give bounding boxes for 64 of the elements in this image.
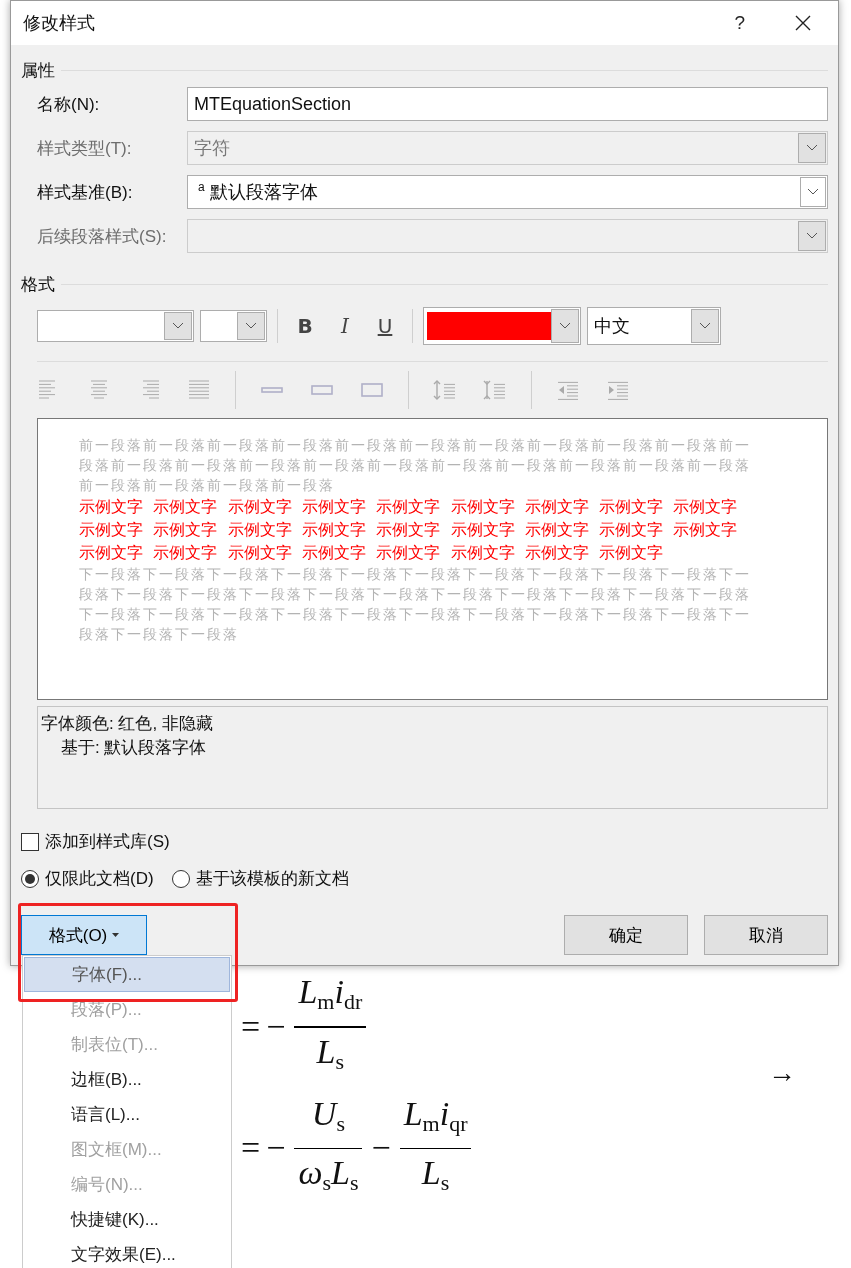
decrease-spacing-icon[interactable] bbox=[483, 379, 507, 401]
language-dropdown[interactable]: 中文 bbox=[587, 307, 721, 345]
chevron-down-icon bbox=[806, 144, 818, 152]
decrease-indent-icon[interactable] bbox=[556, 379, 580, 401]
denominator: L$_{s}$ bbox=[315, 1031, 346, 1076]
increase-spacing-icon[interactable] bbox=[433, 379, 457, 401]
underline-button[interactable]: U bbox=[368, 314, 402, 338]
justify-icon[interactable] bbox=[187, 379, 211, 401]
increase-indent-icon[interactable] bbox=[606, 379, 630, 401]
arrow-symbol: → bbox=[768, 1056, 796, 1089]
font-color-dropdown[interactable] bbox=[423, 307, 581, 345]
field-label: 样式类型(T): bbox=[37, 137, 133, 160]
style-dropdown[interactable]: a 默认段落字体 bbox=[187, 175, 828, 209]
checkbox[interactable] bbox=[21, 832, 39, 851]
radio-label: 基于该模板的新文档 bbox=[195, 868, 349, 890]
chevron-down-icon bbox=[699, 322, 711, 330]
sample-text: 示例文字 示例文字 示例文字 示例文字 示例文字 示例文字 示例文字 示例文字 示例文字 bbox=[79, 520, 739, 540]
minus-sign: − bbox=[266, 1129, 286, 1168]
italic-button[interactable]: I bbox=[328, 314, 362, 338]
menu-item[interactable]: 快捷键(K)... bbox=[24, 1202, 230, 1237]
field-label: 名称(N): bbox=[37, 93, 101, 116]
size-dropdown[interactable] bbox=[200, 310, 267, 342]
radio-label: 仅限此文档(D) bbox=[45, 868, 154, 890]
equals-sign: = bbox=[241, 1129, 261, 1168]
preceding-paragraph-text: 前一段落前一段落前一段落前一段落前一段落前一段落前一段落前一段落前一段落前一段落前一段落前一段落前一段落前一段落前一段落前一段落前一段落前一段落前一段落前一段落前一段落前一段落前一段落前一段落前一段落 bbox=[79, 436, 752, 495]
name-field[interactable]: MTEquationSection bbox=[187, 87, 828, 121]
bold-button[interactable]: B bbox=[288, 314, 322, 338]
following-paragraph-text: 下一段落下一段落下一段落下一段落下一段落下一段落下一段落下一段落下一段落下一段落下一段落下一段落下一段落下一段落下一段落下一段落下一段落下一段落下一段落下一段落下一段落下一段落下一段落下一段落下一段落下一段落下一段落下一段落下一段落下一段落下一段落下一段落下一段落下一段落 bbox=[79, 565, 752, 644]
description-text: 字体颜色: 红色, 非隐藏 bbox=[41, 713, 214, 735]
denominator: ω$_{s}$L$_{s}$ bbox=[297, 1153, 360, 1197]
equals-sign: = bbox=[241, 1007, 261, 1046]
font-dropdown[interactable] bbox=[37, 310, 194, 342]
sample-text: 示例文字 示例文字 示例文字 示例文字 示例文字 示例文字 示例文字 示例文字 示例文字 bbox=[79, 497, 739, 517]
chevron-down-icon bbox=[245, 322, 257, 330]
format-button[interactable]: 格式(O) bbox=[21, 915, 147, 955]
radio-button[interactable] bbox=[21, 869, 39, 888]
radio-button[interactable] bbox=[171, 869, 190, 888]
menu-item[interactable]: 字体(F)... bbox=[24, 957, 230, 992]
numerator: U$_{s}$ bbox=[310, 1093, 346, 1138]
sample-text: 示例文字 示例文字 示例文字 示例文字 示例文字 示例文字 示例文字 示例文字 bbox=[79, 543, 665, 563]
menu-item[interactable]: 边框(B)... bbox=[24, 1062, 230, 1097]
caret-icon bbox=[112, 933, 120, 937]
description-text: 基于: 默认段落字体 bbox=[60, 737, 208, 759]
chevron-down-icon bbox=[806, 232, 818, 240]
close-icon[interactable] bbox=[795, 15, 811, 31]
chevron-down-icon bbox=[807, 188, 819, 196]
minus-sign: − bbox=[371, 1129, 391, 1168]
denominator: L$_{s}$ bbox=[420, 1153, 451, 1197]
field-label: 后续段落样式(S): bbox=[37, 225, 168, 248]
checkbox-label: 添加到样式库(S) bbox=[45, 831, 170, 853]
window-title: 修改样式 bbox=[23, 12, 96, 35]
section-heading: 属性 bbox=[21, 59, 55, 82]
ok-button[interactable]: 确定 bbox=[564, 915, 688, 955]
menu-item[interactable]: 文字效果(E)... bbox=[24, 1237, 230, 1268]
menu-item[interactable]: 语言(L)... bbox=[24, 1097, 230, 1132]
field-label: 样式基准(B): bbox=[37, 181, 134, 204]
minus-sign: − bbox=[266, 1007, 286, 1046]
numerator: L$_{m}$i$_{qr}$ bbox=[402, 1093, 469, 1138]
cancel-button[interactable]: 取消 bbox=[704, 915, 828, 955]
numerator: L$_{m}$i$_{dr}$ bbox=[297, 972, 364, 1016]
help-button[interactable]: ? bbox=[734, 12, 745, 34]
chevron-down-icon bbox=[172, 322, 184, 330]
chevron-down-icon bbox=[559, 322, 571, 330]
section-heading: 格式 bbox=[21, 273, 55, 296]
